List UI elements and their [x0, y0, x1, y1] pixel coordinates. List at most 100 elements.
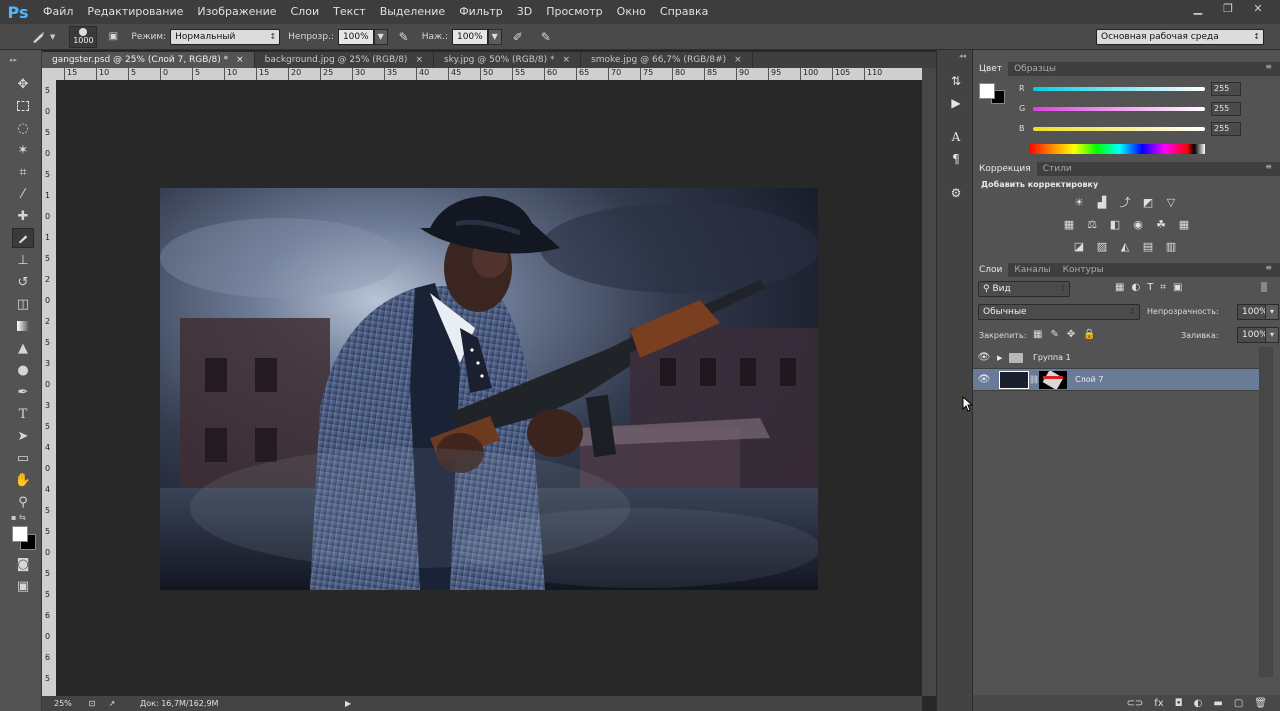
brush-preset-picker[interactable]: 1000: [69, 25, 98, 48]
fg-color-swatch[interactable]: [979, 83, 995, 99]
stamp-tool-icon[interactable]: ⊥: [12, 250, 34, 270]
panel-tab[interactable]: Контуры: [1057, 263, 1110, 277]
menu-7[interactable]: 3D: [510, 0, 539, 24]
channel-value[interactable]: 255: [1211, 102, 1241, 116]
share-icon[interactable]: ⊡: [82, 699, 102, 708]
visibility-eye-icon[interactable]: 👁: [973, 352, 995, 363]
trash-icon[interactable]: 🗑: [1254, 698, 1267, 709]
lock-all-icon[interactable]: 🔒: [1083, 329, 1095, 340]
photo-filter-icon[interactable]: ◉: [1130, 217, 1146, 231]
pressure-size-icon[interactable]: ✎: [536, 27, 556, 47]
mask-link-icon[interactable]: ⛓: [1029, 375, 1039, 384]
channel-slider[interactable]: [1033, 127, 1205, 131]
color-lookup-icon[interactable]: ▦: [1176, 217, 1192, 231]
airbrush-icon[interactable]: ✐: [508, 27, 528, 47]
panel-tab[interactable]: Каналы: [1008, 263, 1056, 277]
marquee-tool-icon[interactable]: [12, 96, 34, 116]
invert-icon[interactable]: ◪: [1071, 239, 1087, 253]
brush-panel-toggle-icon[interactable]: ▣: [103, 27, 123, 47]
dodge-tool-icon[interactable]: ●: [12, 360, 34, 380]
smart-object-filter-icon[interactable]: ▣: [1173, 282, 1182, 293]
workspace-dropdown[interactable]: Основная рабочая среда: [1096, 29, 1264, 45]
menu-5[interactable]: Выделение: [373, 0, 453, 24]
opacity-slider-button[interactable]: ▼: [373, 28, 388, 45]
restore-button[interactable]: ❐: [1220, 2, 1236, 16]
opacity-field[interactable]: 100%: [337, 28, 374, 45]
filter-toggle[interactable]: [1261, 282, 1267, 292]
channel-slider[interactable]: [1033, 107, 1205, 111]
layer-opacity-arrow[interactable]: ▾: [1265, 304, 1279, 320]
menu-10[interactable]: Справка: [653, 0, 715, 24]
pen-tool-icon[interactable]: ✒: [12, 382, 34, 402]
pressure-opacity-icon[interactable]: ✎: [394, 27, 414, 47]
expand-panels-icon[interactable]: ◂◂: [959, 52, 966, 60]
screen-mode-icon[interactable]: ▣: [12, 576, 34, 596]
vertical-ruler[interactable]: 50505101520253035404550556065: [42, 80, 56, 696]
minimize-button[interactable]: ▁: [1190, 2, 1206, 16]
properties-panel-icon[interactable]: ⚙: [945, 184, 967, 202]
menu-6[interactable]: Фильтр: [452, 0, 510, 24]
history-brush-icon[interactable]: ↺: [12, 272, 34, 292]
export-icon[interactable]: ↗: [102, 699, 122, 708]
pixel-filter-icon[interactable]: ▦: [1115, 282, 1124, 293]
lock-transparent-icon[interactable]: ▦: [1033, 329, 1042, 340]
channel-value[interactable]: 255: [1211, 82, 1241, 96]
bw-icon[interactable]: ◧: [1107, 217, 1123, 231]
vertical-scrollbar[interactable]: [922, 68, 936, 696]
layer-kind-filter[interactable]: ⚲ Вид: [978, 281, 1070, 297]
layer-row[interactable]: 👁 ⛓ Слой 7: [973, 369, 1259, 391]
layer-mask-thumbnail[interactable]: [1039, 370, 1067, 389]
layer-name[interactable]: Группа 1: [1033, 353, 1071, 362]
shape-tool-icon[interactable]: ▭: [12, 448, 34, 468]
tab-close-icon[interactable]: ×: [563, 52, 571, 68]
menu-9[interactable]: Окно: [610, 0, 653, 24]
chevron-down-icon[interactable]: ▼: [50, 33, 55, 41]
fill-arrow[interactable]: ▾: [1265, 327, 1279, 343]
status-menu-arrow-icon[interactable]: ▶: [345, 699, 351, 708]
document-tab[interactable]: sky.jpg @ 50% (RGB/8) * ×: [434, 52, 582, 68]
link-icon[interactable]: ⊂⊃: [1127, 698, 1144, 709]
channel-slider[interactable]: [1033, 87, 1205, 91]
curves-icon[interactable]: ⤴: [1117, 195, 1133, 209]
panel-menu-icon[interactable]: ≡: [1265, 62, 1272, 71]
layer-name[interactable]: Слой 7: [1075, 375, 1103, 384]
blur-tool-icon[interactable]: ▲: [12, 338, 34, 358]
lock-position-icon[interactable]: ✥: [1067, 329, 1075, 340]
layers-scrollbar[interactable]: [1259, 347, 1273, 677]
gradient-tool-icon[interactable]: [12, 316, 34, 336]
channel-value[interactable]: 255: [1211, 122, 1241, 136]
zoom-level[interactable]: 25%: [42, 699, 82, 708]
menu-0[interactable]: Файл: [36, 0, 80, 24]
adjustment-icon[interactable]: ◐: [1194, 698, 1203, 709]
menu-8[interactable]: Просмотр: [539, 0, 609, 24]
layer-thumbnail[interactable]: [999, 370, 1029, 389]
magic-wand-icon[interactable]: ✶: [12, 140, 34, 160]
crop-tool-icon[interactable]: ⌗: [12, 162, 34, 182]
panel-tab[interactable]: Слои: [973, 263, 1009, 277]
adjustment-filter-icon[interactable]: ◐: [1131, 282, 1140, 293]
pressure-slider-button[interactable]: ▼: [487, 28, 502, 45]
selective-color-icon[interactable]: ▤: [1140, 239, 1156, 253]
panel-tab[interactable]: Коррекция: [973, 162, 1037, 176]
posterize-icon[interactable]: ▨: [1094, 239, 1110, 253]
gradient-map-icon[interactable]: ▥: [1163, 239, 1179, 253]
paragraph-panel-icon[interactable]: ¶: [945, 150, 967, 168]
close-button[interactable]: ✕: [1250, 2, 1266, 16]
panel-tab[interactable]: Образцы: [1008, 62, 1062, 76]
brush-tool-button[interactable]: [12, 228, 34, 248]
panel-menu-icon[interactable]: ≡: [1265, 162, 1272, 171]
panel-menu-icon[interactable]: ≡: [1265, 263, 1272, 272]
lock-image-icon[interactable]: ✎: [1050, 329, 1058, 340]
panel-tab[interactable]: Цвет: [973, 62, 1009, 76]
menu-2[interactable]: Изображение: [190, 0, 283, 24]
channel-mixer-icon[interactable]: ☘: [1153, 217, 1169, 231]
color-balance-icon[interactable]: ⚖: [1084, 217, 1100, 231]
mask-icon[interactable]: ◘: [1175, 698, 1183, 709]
healing-brush-icon[interactable]: ✚: [12, 206, 34, 226]
panel-tab[interactable]: Стили: [1037, 162, 1078, 176]
tab-close-icon[interactable]: ×: [734, 52, 742, 68]
foreground-color-swatch[interactable]: [12, 526, 28, 542]
shape-filter-icon[interactable]: ⌗: [1160, 282, 1166, 293]
mode-dropdown[interactable]: Нормальный: [170, 28, 281, 45]
visibility-eye-icon[interactable]: 👁: [973, 374, 995, 385]
